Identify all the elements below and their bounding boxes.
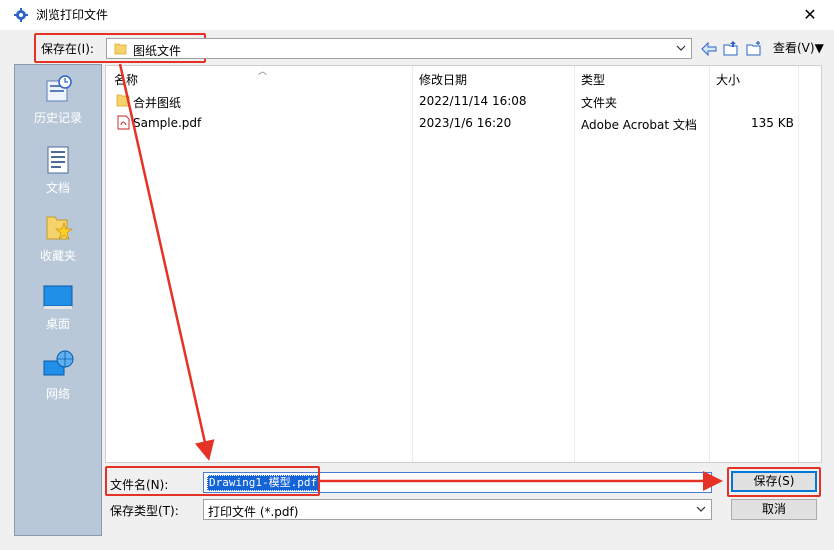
annotation-arrows — [118, 63, 723, 491]
down-arrow-annotation — [118, 63, 215, 461]
